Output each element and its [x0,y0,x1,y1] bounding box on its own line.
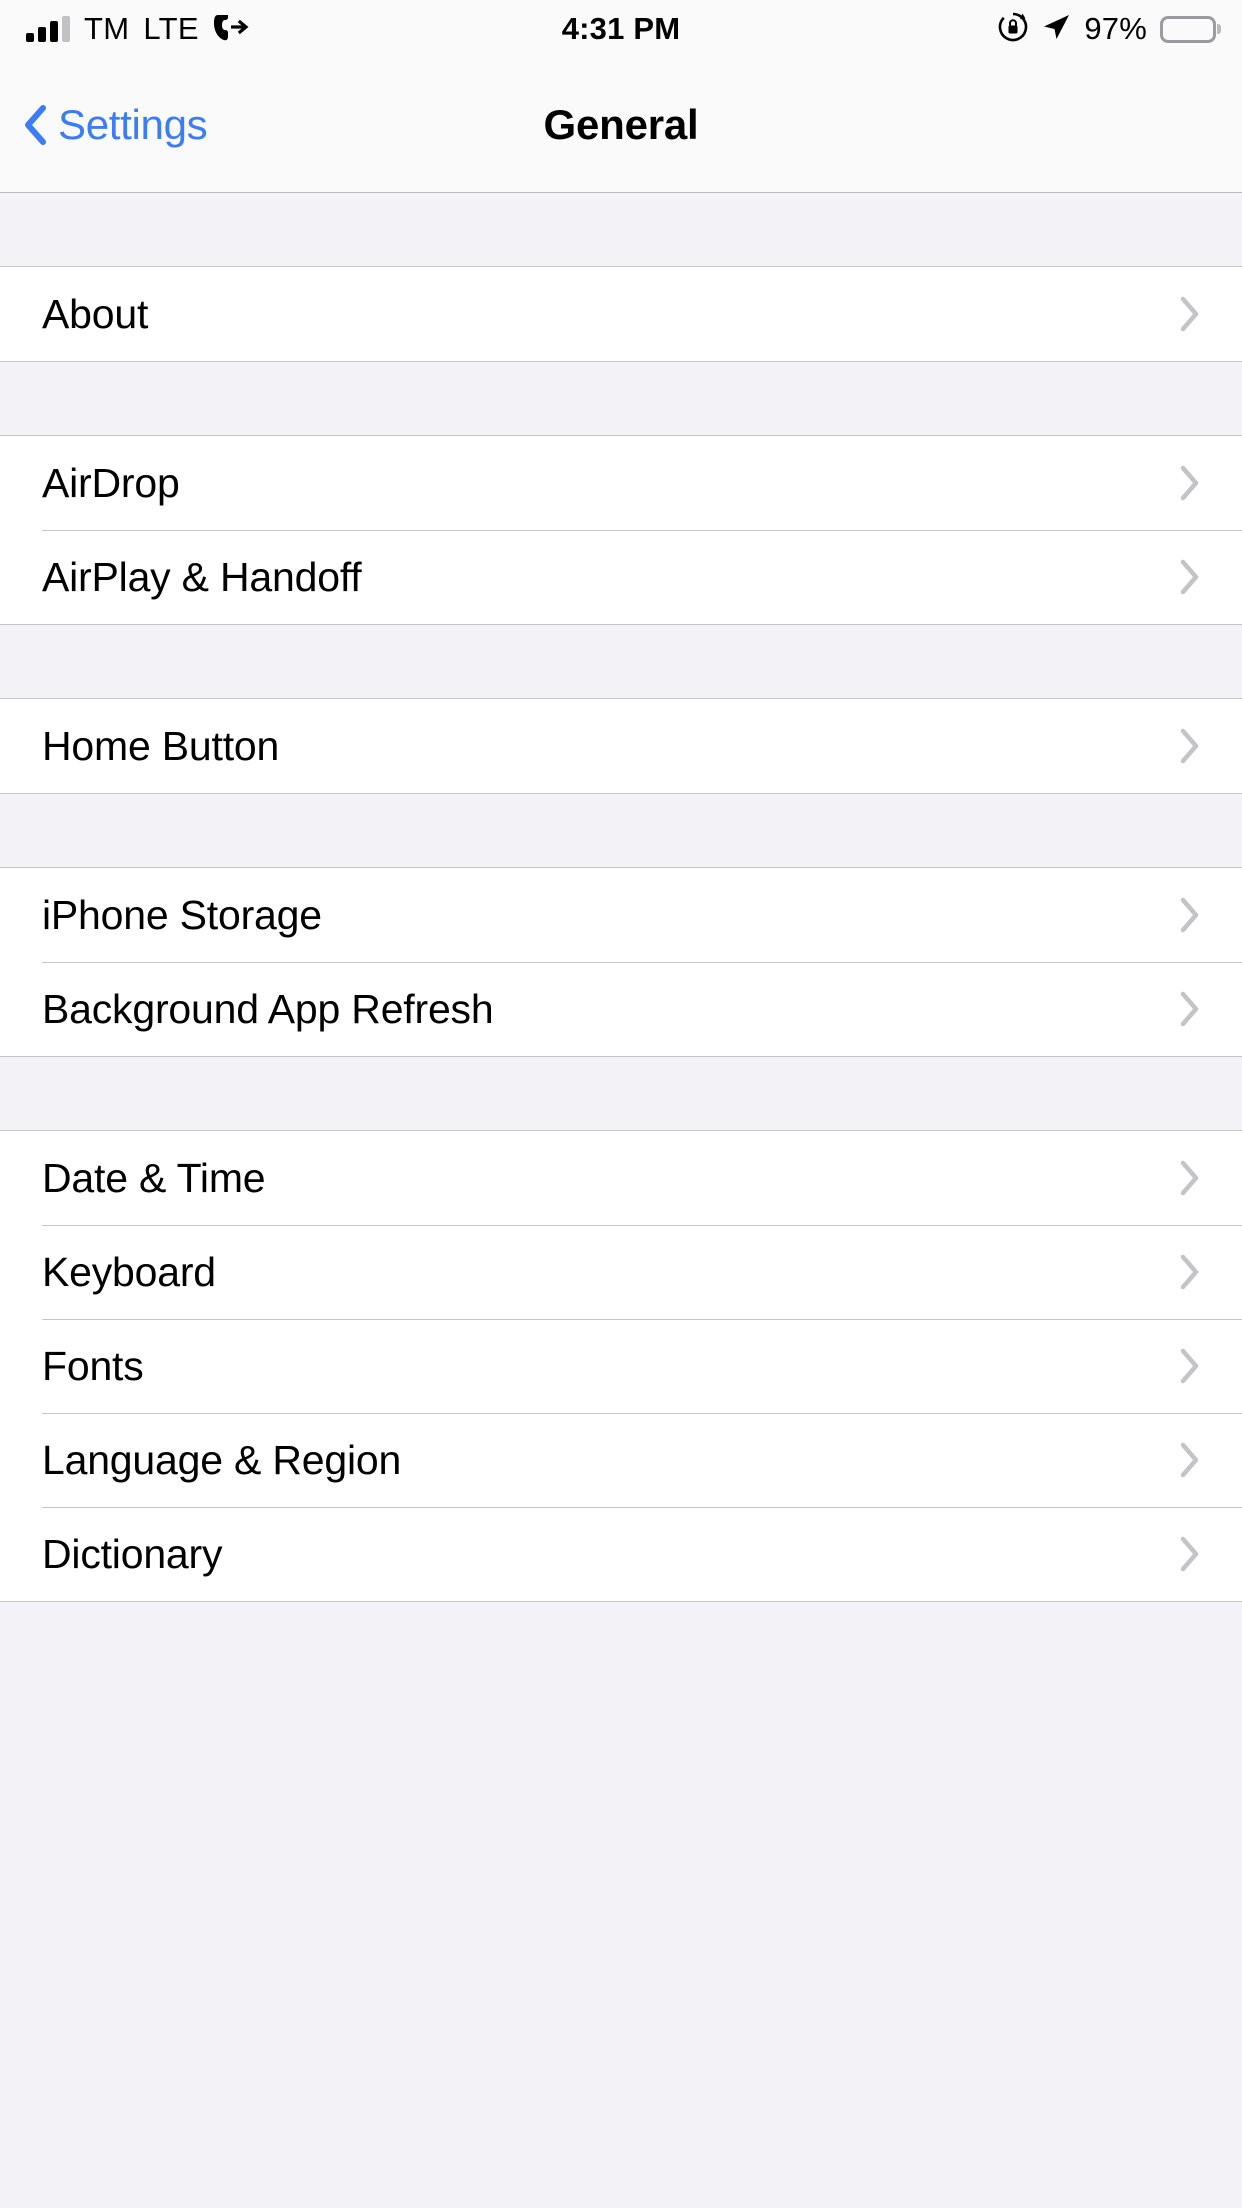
settings-group: AirDrop AirPlay & Handoff [0,436,1242,625]
row-label: Fonts [42,1346,144,1387]
settings-group: Date & Time Keyboard Fonts Language & Regio… [0,1131,1242,1602]
chevron-right-icon [1180,1254,1200,1290]
list-bottom-spacer [0,1602,1242,1676]
row-label: Date & Time [42,1158,265,1199]
location-arrow-icon [1041,12,1071,47]
carrier-label: TM [84,11,129,47]
battery-percentage-label: 97% [1084,11,1147,47]
chevron-right-icon [1180,991,1200,1027]
chevron-right-icon [1180,1442,1200,1478]
chevron-right-icon [1180,1348,1200,1384]
table-row[interactable]: iPhone Storage [0,868,1242,962]
rotation-lock-icon [998,12,1028,47]
table-row[interactable]: Date & Time [0,1131,1242,1225]
row-label: Language & Region [42,1440,401,1481]
chevron-right-icon [1180,1160,1200,1196]
settings-general-screen: TM LTE 4:31 PM [0,0,1242,2208]
cellular-signal-icon [26,16,70,42]
chevron-right-icon [1180,296,1200,332]
page-title: General [0,101,1242,149]
call-forwarding-icon [213,12,249,47]
row-label: AirDrop [42,463,180,504]
battery-icon [1160,16,1216,43]
table-row[interactable]: Dictionary [0,1507,1242,1601]
settings-group: Home Button [0,699,1242,794]
row-label: Home Button [42,726,279,767]
table-row[interactable]: Keyboard [0,1225,1242,1319]
status-bar-right: 97% [998,11,1216,47]
row-label: About [42,294,148,335]
row-label: AirPlay & Handoff [42,557,361,598]
table-row[interactable]: AirDrop [0,436,1242,530]
network-type-label: LTE [143,11,198,47]
group-spacer [0,794,1242,868]
chevron-right-icon [1180,728,1200,764]
table-row[interactable]: Home Button [0,699,1242,793]
table-row[interactable]: About [0,267,1242,361]
table-row[interactable]: Language & Region [0,1413,1242,1507]
settings-list: About AirDrop AirPlay & Handoff Home Button… [0,193,1242,1676]
chevron-right-icon [1180,897,1200,933]
group-spacer [0,625,1242,699]
navigation-bar: Settings General [0,58,1242,193]
group-spacer [0,1057,1242,1131]
status-bar-left: TM LTE [26,11,249,47]
table-row[interactable]: Background App Refresh [0,962,1242,1056]
chevron-right-icon [1180,559,1200,595]
clock-time: 4:31 PM [562,11,681,47]
row-label: iPhone Storage [42,895,322,936]
chevron-right-icon [1180,1536,1200,1572]
settings-group: iPhone Storage Background App Refresh [0,868,1242,1057]
row-label: Keyboard [42,1252,216,1293]
row-label: Dictionary [42,1534,222,1575]
status-bar: TM LTE 4:31 PM [0,0,1242,58]
table-row[interactable]: AirPlay & Handoff [0,530,1242,624]
table-row[interactable]: Fonts [0,1319,1242,1413]
group-spacer [0,362,1242,436]
chevron-right-icon [1180,465,1200,501]
settings-group: About [0,267,1242,362]
group-spacer [0,193,1242,267]
row-label: Background App Refresh [42,989,493,1030]
